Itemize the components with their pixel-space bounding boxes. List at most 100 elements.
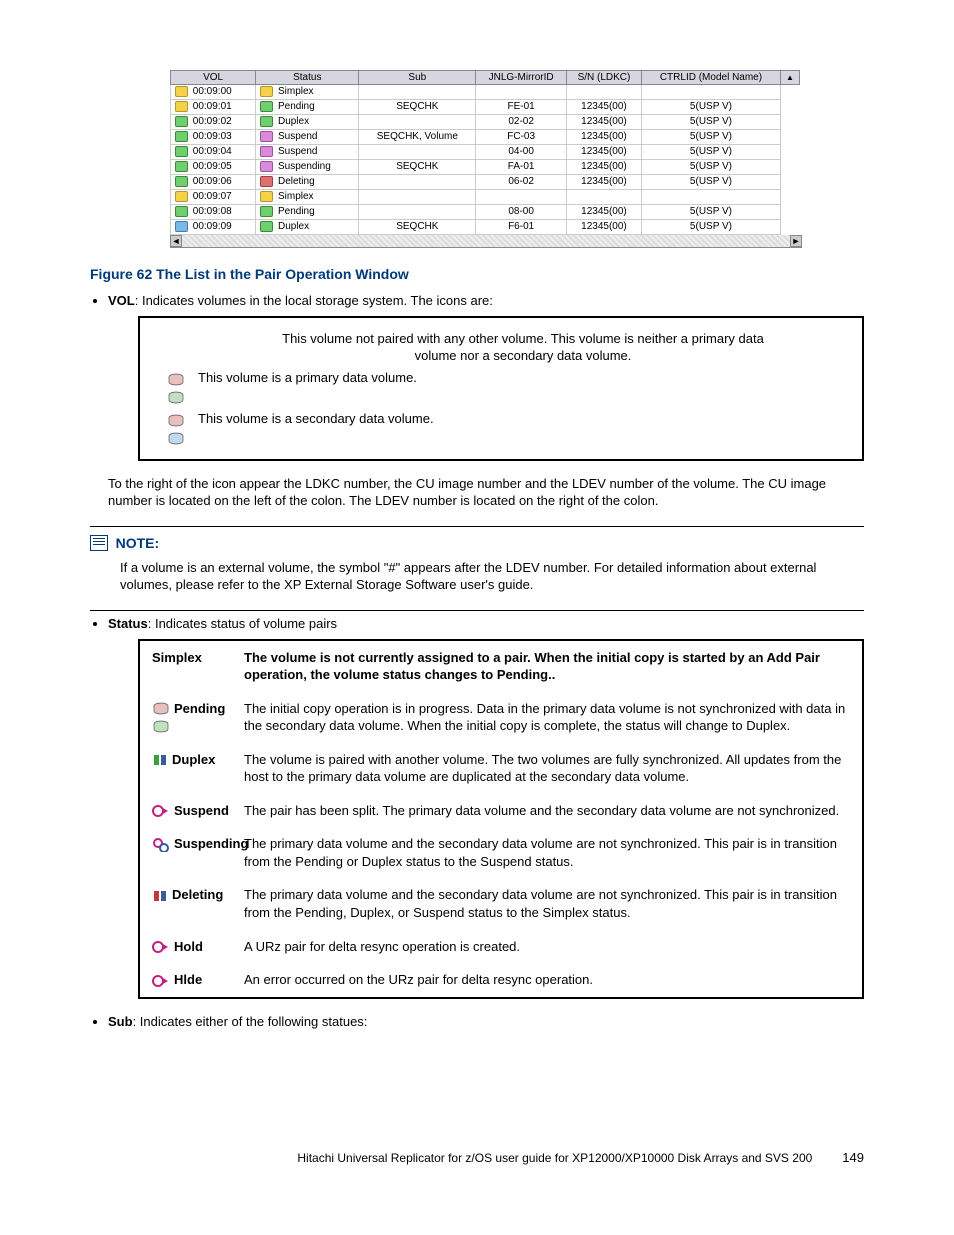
status-def-row: SuspendThe pair has been split. The prim… <box>140 794 862 828</box>
suspend-icon <box>152 802 171 820</box>
table-row[interactable]: 00:09:07 Simplex <box>171 190 800 205</box>
note-body: If a volume is an external volume, the s… <box>120 559 864 594</box>
status-def-row: HldeAn error occurred on the URz pair fo… <box>140 963 862 997</box>
sec-volume-icon <box>154 410 198 447</box>
table-row[interactable]: 00:09:08 Pending08-0012345(00)5(USP V) <box>171 205 800 220</box>
footer-text: Hitachi Universal Replicator for z/OS us… <box>297 1151 812 1165</box>
suspending-icon <box>152 835 171 853</box>
status-definitions: SimplexThe volume is not currently assig… <box>138 639 864 999</box>
vol-explanation: To the right of the icon appear the LDKC… <box>108 475 864 510</box>
vol-type-icon <box>175 86 188 97</box>
page-number: 149 <box>842 1150 864 1165</box>
status-suspend-label: Suspend <box>152 802 244 820</box>
hold-icon <box>152 938 171 956</box>
divider <box>90 526 864 527</box>
figure-caption: Figure 62 The List in the Pair Operation… <box>90 266 864 282</box>
unpaired-volume-icon <box>154 330 198 332</box>
table-row[interactable]: 00:09:00 Simplex <box>171 85 800 100</box>
vscrollbar[interactable]: ▲ <box>781 71 800 85</box>
col-status[interactable]: Status <box>256 71 359 85</box>
scroll-right-icon[interactable]: ► <box>790 235 802 247</box>
vol-bullet-label: VOL <box>108 293 135 308</box>
vol-type-icon <box>175 221 188 232</box>
table-row[interactable]: 00:09:06 Deleting06-0212345(00)5(USP V) <box>171 175 800 190</box>
status-def-row: HoldA URz pair for delta resync operatio… <box>140 930 862 964</box>
hscrollbar[interactable]: ◄ ► <box>170 235 802 248</box>
col-s-n-ldkc-[interactable]: S/N (LDKC) <box>567 71 642 85</box>
status-pending-desc: The initial copy operation is in progres… <box>244 700 850 735</box>
status-suspend-desc: The pair has been split. The primary dat… <box>244 802 850 820</box>
status-def-row: DeletingThe primary data volume and the … <box>140 878 862 929</box>
status-icon <box>260 206 273 217</box>
vol-type-icon <box>175 101 188 112</box>
vol-icon-definitions: This volume not paired with any other vo… <box>138 316 864 461</box>
status-icon <box>260 221 273 232</box>
status-def-row: SuspendingThe primary data volume and th… <box>140 827 862 878</box>
status-duplex-desc: The volume is paired with another volume… <box>244 751 850 786</box>
col-vol[interactable]: VOL <box>171 71 256 85</box>
pri-volume-icon <box>154 369 198 406</box>
status-icon <box>260 101 273 112</box>
status-hold-label: Hold <box>152 938 244 956</box>
status-simplex-desc: The volume is not currently assigned to … <box>244 649 850 684</box>
status-suspending-label: Suspending <box>152 835 244 870</box>
table-row[interactable]: 00:09:09 DuplexSEQCHKF6-0112345(00)5(USP… <box>171 220 800 235</box>
status-bullet-text: : Indicates status of volume pairs <box>148 616 337 631</box>
note-icon <box>90 535 108 551</box>
pair-operation-table: VOLStatusSubJNLG-MirrorIDS/N (LDKC)CTRLI… <box>170 70 800 235</box>
table-row[interactable]: 00:09:02 Duplex02-0212345(00)5(USP V) <box>171 115 800 130</box>
status-bullet: Status: Indicates status of volume pairs… <box>108 615 864 999</box>
status-icon <box>260 131 273 142</box>
status-def-row: SimplexThe volume is not currently assig… <box>140 641 862 692</box>
icon-def-text: This volume not paired with any other vo… <box>263 330 783 365</box>
status-deleting-label: Deleting <box>152 886 244 921</box>
status-hlde-label: Hlde <box>152 971 244 989</box>
vol-type-icon <box>175 191 188 202</box>
hlde-icon <box>152 971 171 989</box>
col-ctrlid-model-name-[interactable]: CTRLID (Model Name) <box>641 71 780 85</box>
col-sub[interactable]: Sub <box>359 71 476 85</box>
scroll-left-icon[interactable]: ◄ <box>170 235 182 247</box>
status-suspending-desc: The primary data volume and the secondar… <box>244 835 850 870</box>
icon-def-row: This volume is a secondary data volume. <box>154 410 848 447</box>
status-icon <box>260 86 273 97</box>
sub-bullet-text: : Indicates either of the following stat… <box>133 1014 368 1029</box>
table-row[interactable]: 00:09:01 PendingSEQCHKFE-0112345(00)5(US… <box>171 100 800 115</box>
status-hold-desc: A URz pair for delta resync operation is… <box>244 938 850 956</box>
vol-type-icon <box>175 131 188 142</box>
vol-bullet-text: : Indicates volumes in the local storage… <box>135 293 493 308</box>
vol-type-icon <box>175 161 188 172</box>
note-heading: NOTE: <box>116 535 160 551</box>
icon-def-row: This volume is a primary data volume. <box>154 369 848 406</box>
status-def-row: DuplexThe volume is paired with another … <box>140 743 862 794</box>
status-simplex-label: Simplex <box>152 649 244 684</box>
page-footer: Hitachi Universal Replicator for z/OS us… <box>90 1150 864 1165</box>
vol-type-icon <box>175 176 188 187</box>
status-bullet-label: Status <box>108 616 148 631</box>
status-pending-label: Pending <box>152 700 244 735</box>
pending-icon <box>152 700 171 735</box>
sub-bullet: Sub: Indicates either of the following s… <box>108 1013 864 1031</box>
vol-bullet: VOL: Indicates volumes in the local stor… <box>108 292 864 510</box>
vol-type-icon <box>175 146 188 157</box>
vol-type-icon <box>175 206 188 217</box>
vol-type-icon <box>175 116 188 127</box>
col-jnlg-mirrorid[interactable]: JNLG-MirrorID <box>476 71 567 85</box>
status-hlde-desc: An error occurred on the URz pair for de… <box>244 971 850 989</box>
status-icon <box>260 116 273 127</box>
deleting-icon <box>152 886 169 904</box>
status-deleting-desc: The primary data volume and the secondar… <box>244 886 850 921</box>
duplex-icon <box>152 751 169 769</box>
status-duplex-label: Duplex <box>152 751 244 786</box>
table-row[interactable]: 00:09:05 SuspendingSEQCHKFA-0112345(00)5… <box>171 160 800 175</box>
icon-def-text: This volume is a secondary data volume. <box>198 410 848 428</box>
divider <box>90 610 864 611</box>
table-row[interactable]: 00:09:03 SuspendSEQCHK, VolumeFC-0312345… <box>171 130 800 145</box>
icon-def-text: This volume is a primary data volume. <box>198 369 848 387</box>
icon-def-row: This volume not paired with any other vo… <box>154 330 848 365</box>
status-icon <box>260 161 273 172</box>
status-icon <box>260 191 273 202</box>
sub-bullet-label: Sub <box>108 1014 133 1029</box>
table-row[interactable]: 00:09:04 Suspend04-0012345(00)5(USP V) <box>171 145 800 160</box>
status-def-row: PendingThe initial copy operation is in … <box>140 692 862 743</box>
